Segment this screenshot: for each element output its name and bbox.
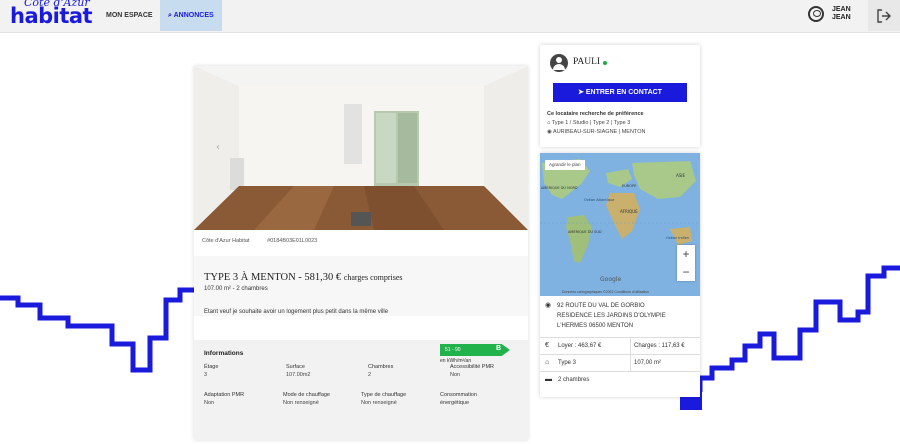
type-value: Type 3 [558,360,577,366]
info-type-chauffage: Type de chauffage Non renseigné [361,391,406,407]
world-map: ASIE AMÉRIQUE DU NORD EUROPE Océan Atlan… [540,153,700,296]
address-line: RESIDENCE LES JARDINS D'OLYMPIE [557,313,666,319]
map[interactable]: ASIE AMÉRIQUE DU NORD EUROPE Océan Atlan… [540,153,700,296]
nav-annonces[interactable]: ⌕ ANNONCES [160,0,222,31]
search-icon: ⌕ [168,12,172,19]
home-icon: ⌂ [547,120,551,126]
online-status-dot [603,61,607,65]
location-pin-icon: ◉ [547,129,552,135]
rooms-value: 2 chambres [558,377,590,383]
info-mode-chauffage: Mode de chauffage Non renseigné [283,391,330,407]
address-line: 92 ROUTE DU VAL DE GORBIO [557,303,645,309]
preference-title: Ce locataire recherche de préférence [547,111,644,117]
energy-unit: en kWh/m²/an [440,358,472,364]
info-label: Chambres [368,364,394,370]
rooms-row: ▬ 2 chambres [540,371,700,387]
listing-photo[interactable]: ‹ [194,66,528,230]
map-card: ASIE AMÉRIQUE DU NORD EUROPE Océan Atlan… [540,153,700,397]
listing-meta: Côte d'Azur Habitat #0184B03E01L0023 [202,238,333,244]
svg-text:‹: ‹ [216,142,220,153]
user-last-name: JEAN [832,14,851,21]
info-value: 107.00m2 [286,372,311,378]
bed-icon: ▬ [545,376,552,383]
zoom-out-button[interactable]: − [677,263,695,281]
home-icon: ⌂ [545,359,550,366]
contact-card: PAULI ➤ ENTRER EN CONTACT Ce locataire r… [540,45,700,147]
top-bar: Côte d'Azur habitat MON ESPACE ⌕ ANNONCE… [0,0,900,33]
listing-card: ‹ Côte d'Azur Habitat #0184B03E01L0023 T… [194,66,528,440]
info-chambres: Chambres 2 [368,363,393,379]
info-consommation: Consommation énergétique [440,391,500,407]
info-label: Accessibilité PMR [450,364,495,370]
location-pin-icon: ◉ [545,302,552,309]
info-value: Non [450,372,461,378]
energy-class: B [496,345,502,352]
info-value: 2 [368,372,372,378]
user-first-name: JEAN [832,6,851,13]
contact-button-label: ENTRER EN CONTACT [585,89,662,96]
map-label: Océan Indien [666,236,689,240]
info-etage: Étage 3 [204,363,218,379]
map-attribution: Données cartographiques ©2022 Conditions… [562,290,650,294]
info-value: Non renseigné [283,400,319,406]
map-label: Océan Atlantique [584,198,614,202]
map-label: AMÉRIQUE DU SUD [568,229,602,234]
euro-icon: € [545,342,549,349]
preference-cities-text: AURIBEAU-SUR-SIAGNE | MENTON [553,129,646,135]
avatar-icon [550,54,568,72]
info-adaptation: Adaptation PMR Non [204,391,244,407]
rent-row: € Loyer : 463,67 € Charges : 117,63 € [540,337,700,353]
map-brand: Google [600,276,621,283]
logo-line-2: habitat [10,4,93,28]
listing-subtitle: 107.00 m² - 2 chambres [204,286,268,292]
preference-types: ⌂ Type 1 / Studio | Type 2 | Type 3 [547,120,630,126]
preference-types-text: Type 1 / Studio | Type 2 | Type 3 [551,120,631,126]
listing-owner: Côte d'Azur Habitat [202,238,250,244]
info-label: Surface [286,364,305,370]
info-accessibilite: Accessibilité PMR Non [450,363,494,379]
zoom-in-button[interactable]: + [677,245,695,263]
listing-reference: #0184B03E01L0023 [267,238,318,244]
info-value: 3 [204,372,208,378]
map-label: AMÉRIQUE DU NORD [541,185,578,190]
enlarge-map-button[interactable]: Agrandir le plan [545,160,585,170]
nav-annonces-label: ANNONCES [173,12,214,19]
info-label: Étage [204,364,219,370]
map-label: ASIE [676,173,685,178]
info-title: Informations [204,350,244,357]
info-label: Mode de chauffage [283,392,330,398]
listing-title-suffix: charges comprises [343,273,403,282]
type-row: ⌂ Type 3 107,00 m² [540,354,700,370]
map-label: AFRIQUE [620,209,638,214]
info-surface: Surface 107.00m2 [286,363,310,379]
nav-mon-espace[interactable]: MON ESPACE [96,0,163,31]
surface-value: 107,00 m² [634,360,662,366]
contact-button[interactable]: ➤ ENTRER EN CONTACT [553,83,687,102]
info-label: Adaptation PMR [204,392,245,398]
listing-title-main: TYPE 3 À MENTON - 581,30 € [204,272,342,283]
address: 92 ROUTE DU VAL DE GORBIO RESIDENCE LES … [557,301,666,331]
info-label: Consommation énergétique [440,392,477,406]
logout-icon [877,9,891,23]
energy-range: 51 - 90 [445,347,461,353]
listing-title: TYPE 3 À MENTON - 581,30 € charges compr… [204,272,403,283]
address-line: L'HERMES 06500 MENTON [557,323,634,329]
apartment-photo: ‹ [194,66,528,230]
contact-name: PAULI [573,57,601,67]
info-value: Non renseigné [361,400,397,406]
logout-button[interactable] [868,0,900,31]
info-label: Type de chauffage [361,392,407,398]
zoom-control: + − [677,245,695,281]
info-value: Non [204,400,215,406]
map-label: EUROPE [622,184,636,188]
rent-value: Loyer : 463,67 € [558,343,602,349]
charges-value: Charges : 117,63 € [634,343,685,349]
preference-cities: ◉ AURIBEAU-SUR-SIAGNE | MENTON [547,129,645,135]
brand-logo[interactable]: Côte d'Azur habitat [10,0,93,32]
user-name: JEAN JEAN [832,6,862,22]
user-icon [808,6,824,22]
listing-description: Etant veuf je souhaite avoir un logement… [204,309,389,315]
send-icon: ➤ [578,89,584,96]
